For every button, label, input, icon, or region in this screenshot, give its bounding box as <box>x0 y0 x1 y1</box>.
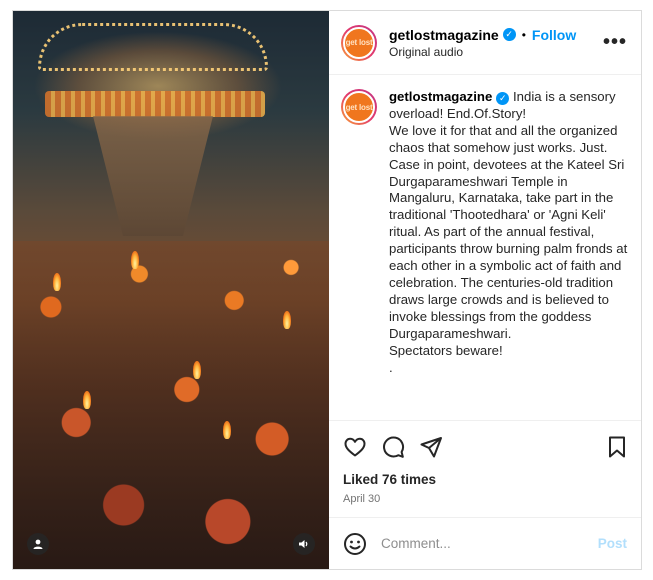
caption-line: We love it for that and all the organize… <box>389 122 618 155</box>
verified-icon: ✓ <box>502 28 516 41</box>
avatar-logo-text: get lost <box>345 102 373 112</box>
fire-spark <box>283 311 291 329</box>
post-video[interactable] <box>13 11 329 569</box>
comment-icon[interactable] <box>381 435 405 459</box>
avatar[interactable]: get lost <box>341 24 377 61</box>
header-row: getlostmagazine ✓ • Follow <box>389 27 603 43</box>
avatar-logo-text: get lost <box>345 38 373 47</box>
post-sidebar: get lost getlostmagazine ✓ • Follow Orig… <box>329 11 641 569</box>
action-bar <box>329 420 641 472</box>
caption-avatar[interactable]: get lost <box>341 89 377 125</box>
fire-spark <box>131 251 139 269</box>
post-header: get lost getlostmagazine ✓ • Follow Orig… <box>329 11 641 75</box>
comment-input[interactable] <box>381 536 598 551</box>
caption-text: getlostmagazine ✓ India is a sensory over… <box>389 89 629 420</box>
comment-bar: Post <box>329 517 641 569</box>
caption-line: Case in point, devotees at the Kateel Sr… <box>389 156 628 341</box>
audio-link[interactable]: Original audio <box>389 45 603 59</box>
fire-spark <box>53 273 61 291</box>
heart-icon[interactable] <box>343 435 367 459</box>
post-card: get lost getlostmagazine ✓ • Follow Orig… <box>12 10 642 570</box>
post-comment-button[interactable]: Post <box>598 536 627 551</box>
fire-spark <box>83 391 91 409</box>
more-horizontal-icon[interactable]: ••• <box>603 31 627 54</box>
chariot-lights <box>38 23 268 71</box>
bookmark-icon[interactable] <box>605 435 629 459</box>
likes-count[interactable]: Liked 76 times <box>343 472 627 487</box>
caption-username[interactable]: getlostmagazine <box>389 89 492 104</box>
avatar-image: get lost <box>343 91 375 123</box>
speaker-icon[interactable] <box>293 533 315 555</box>
fire-spark <box>193 361 201 379</box>
post-date[interactable]: April 30 <box>343 493 627 505</box>
emoji-icon[interactable] <box>343 532 367 556</box>
caption-line: . <box>389 359 393 375</box>
crowd-scene <box>13 241 329 569</box>
chariot-tower <box>93 116 213 236</box>
separator-dot: • <box>521 27 526 42</box>
share-icon[interactable] <box>419 435 443 459</box>
likes-section: Liked 76 times April 30 <box>329 472 641 505</box>
avatar-image: get lost <box>343 26 375 59</box>
username-link[interactable]: getlostmagazine <box>389 27 499 43</box>
caption-line: Spectators beware! <box>389 342 503 358</box>
user-tag-icon[interactable] <box>27 533 49 555</box>
fire-spark <box>223 421 231 439</box>
chariot-canopy <box>45 91 265 117</box>
caption-area: get lost getlostmagazine ✓ India is a sen… <box>329 75 641 420</box>
follow-button[interactable]: Follow <box>532 27 576 43</box>
header-text: getlostmagazine ✓ • Follow Original audi… <box>389 27 603 59</box>
verified-icon: ✓ <box>496 91 510 105</box>
